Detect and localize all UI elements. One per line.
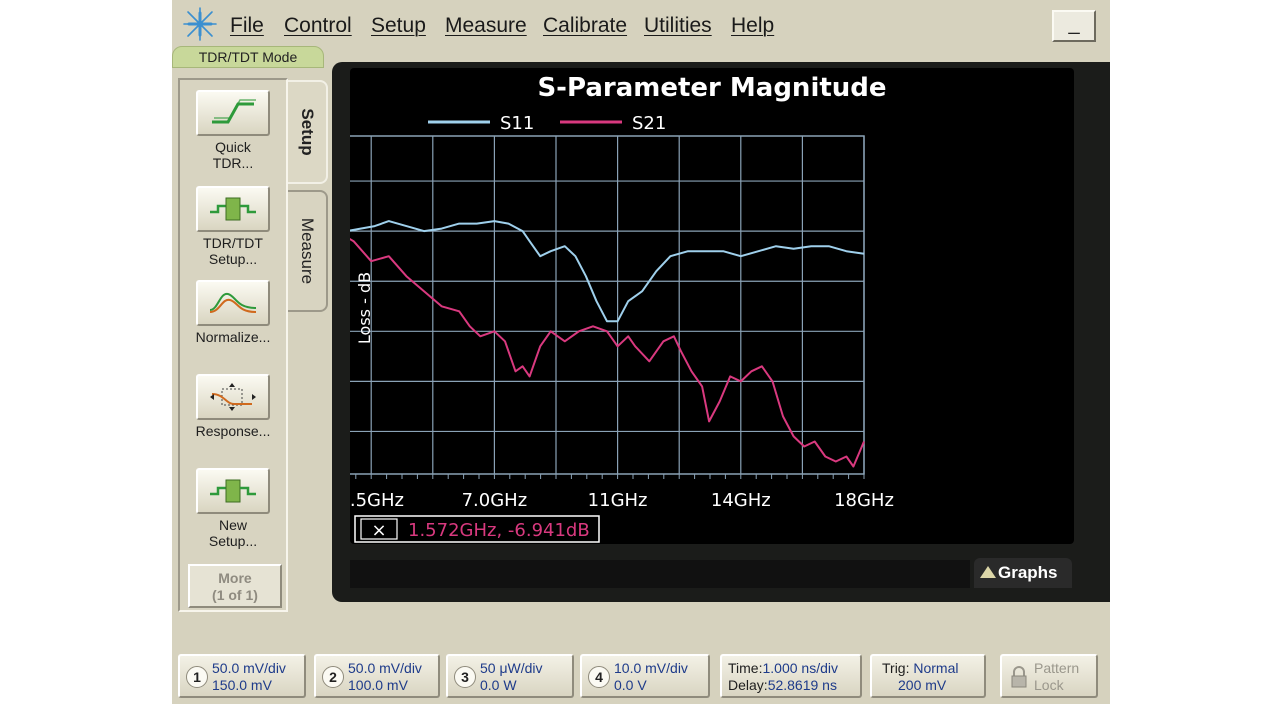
channel-1-scale: 50.0 mV/div xyxy=(212,660,286,676)
channel-4-badge: 4 xyxy=(588,666,610,688)
minimize-button[interactable]: _ xyxy=(1052,10,1096,42)
s-parameter-chart[interactable]: 0-10-20-30-40-500Hz3.5GHz7.0GHz11GHz14GH… xyxy=(350,68,1074,544)
menu-measure[interactable]: Measure xyxy=(445,14,527,38)
normalize-item[interactable]: Normalize... xyxy=(180,280,286,345)
series-line-s21 xyxy=(350,237,865,468)
graph-bottom-strip xyxy=(350,560,970,588)
timebase-delay: Delay:52.8619 ns xyxy=(728,677,837,693)
channel-3-badge: 3 xyxy=(454,666,476,688)
channel-2-badge: 2 xyxy=(322,666,344,688)
trigger-button[interactable]: Trig: Normal 200 mV xyxy=(870,654,986,698)
trigger-mode: Trig: Normal xyxy=(882,660,959,676)
x-tick-label: 11GHz xyxy=(588,490,648,511)
response-button[interactable] xyxy=(196,374,270,420)
graph-screen: 0-10-20-30-40-500Hz3.5GHz7.0GHz11GHz14GH… xyxy=(350,68,1074,544)
timebase-button[interactable]: Time:1.000 ns/div Delay:52.8619 ns xyxy=(720,654,862,698)
tdr-setup-item[interactable]: TDR/TDT Setup... xyxy=(180,186,286,267)
normalize-icon xyxy=(209,292,257,313)
setup-panel: Quick TDR... TDR/TDT Setup... Normalize.… xyxy=(178,78,288,612)
quick-tdr-label: Quick TDR... xyxy=(212,139,254,171)
tdr-setup-label: TDR/TDT Setup... xyxy=(203,235,263,267)
graphs-tab[interactable]: Graphs xyxy=(974,558,1072,588)
mode-indicator: TDR/TDT Mode xyxy=(172,46,324,68)
menu-bar: File Control Setup Measure Calibrate Uti… xyxy=(172,0,1110,50)
normalize-button[interactable] xyxy=(196,280,270,326)
channel-1-button[interactable]: 1 50.0 mV/div 150.0 mV xyxy=(178,654,306,698)
legend-label-s11: S11 xyxy=(500,113,534,134)
channel-3-scale: 50 μW/div xyxy=(480,660,543,676)
channel-4-offset: 0.0 V xyxy=(614,677,647,693)
new-setup-button[interactable] xyxy=(196,468,270,514)
more-page-label: (1 of 1) xyxy=(212,587,258,603)
legend-label-s21: S21 xyxy=(632,113,666,134)
menu-calibrate[interactable]: Calibrate xyxy=(543,14,627,38)
x-tick-label: 7.0GHz xyxy=(462,490,528,511)
pattern-lock-line2: Lock xyxy=(1034,677,1064,693)
channel-4-scale: 10.0 mV/div xyxy=(614,660,688,676)
new-setup-label: New Setup... xyxy=(208,517,258,549)
pattern-lock-line1: Pattern xyxy=(1034,660,1080,676)
channel-1-offset: 150.0 mV xyxy=(212,677,272,693)
agilent-logo-icon xyxy=(183,7,217,41)
marker-readout-text: 1.572GHz, -6.941dB xyxy=(408,520,590,541)
new-setup-item[interactable]: New Setup... xyxy=(180,468,286,549)
normalize-label: Normalize... xyxy=(195,329,271,345)
channel-1-badge: 1 xyxy=(186,666,208,688)
time-value: 1.000 ns/div xyxy=(762,660,838,676)
menu-help[interactable]: Help xyxy=(731,14,774,38)
tdr-setup-button[interactable] xyxy=(196,186,270,232)
channel-3-offset: 0.0 W xyxy=(480,677,517,693)
more-label: More xyxy=(218,570,252,586)
quick-tdr-button[interactable] xyxy=(196,90,270,136)
tab-setup[interactable]: Setup xyxy=(288,80,328,184)
lock-icon xyxy=(1011,666,1027,688)
menu-utilities[interactable]: Utilities xyxy=(644,14,712,38)
channel-2-offset: 100.0 mV xyxy=(348,677,408,693)
channel-4-button[interactable]: 4 10.0 mV/div 0.0 V xyxy=(580,654,710,698)
new-setup-icon xyxy=(210,479,256,503)
x-tick-label: 14GHz xyxy=(711,490,771,511)
trigger-value: Normal xyxy=(913,660,959,676)
tab-measure[interactable]: Measure xyxy=(288,190,328,312)
more-button[interactable]: More (1 of 1) xyxy=(188,564,282,608)
x-tick-label: 18GHz xyxy=(834,490,894,511)
channel-2-scale: 50.0 mV/div xyxy=(348,660,422,676)
tdr-setup-icon xyxy=(210,197,256,221)
trigger-level: 200 mV xyxy=(898,677,947,693)
delay-label: Delay: xyxy=(728,677,768,693)
chart-title: S-Parameter Magnitude xyxy=(537,73,886,103)
response-icon xyxy=(210,383,256,411)
channel-3-button[interactable]: 3 50 μW/div 0.0 W xyxy=(446,654,574,698)
channel-2-button[interactable]: 2 50.0 mV/div 100.0 mV xyxy=(314,654,440,698)
y-axis-label: Loss - dB xyxy=(355,272,374,344)
tab-measure-label: Measure xyxy=(298,217,317,285)
menu-setup[interactable]: Setup xyxy=(371,14,426,38)
time-label: Time: xyxy=(728,660,763,676)
response-label: Response... xyxy=(195,423,271,439)
menu-file[interactable]: File xyxy=(230,14,264,38)
timebase-time: Time:1.000 ns/div xyxy=(728,660,838,676)
x-tick-label: 3.5GHz xyxy=(350,490,404,511)
scope-application: File Control Setup Measure Calibrate Uti… xyxy=(172,0,1110,704)
marker-readout-symbol: × xyxy=(371,520,386,541)
series-line-s11 xyxy=(350,220,865,323)
response-item[interactable]: Response... xyxy=(180,374,286,439)
trigger-label: Trig: xyxy=(882,660,910,676)
pattern-lock-button[interactable]: Pattern Lock xyxy=(1000,654,1098,698)
delay-value: 52.8619 ns xyxy=(767,677,837,693)
tab-setup-label: Setup xyxy=(298,108,317,156)
quick-tdr-item[interactable]: Quick TDR... xyxy=(180,90,286,171)
menu-control[interactable]: Control xyxy=(284,14,352,38)
quick-tdr-icon xyxy=(212,99,256,124)
